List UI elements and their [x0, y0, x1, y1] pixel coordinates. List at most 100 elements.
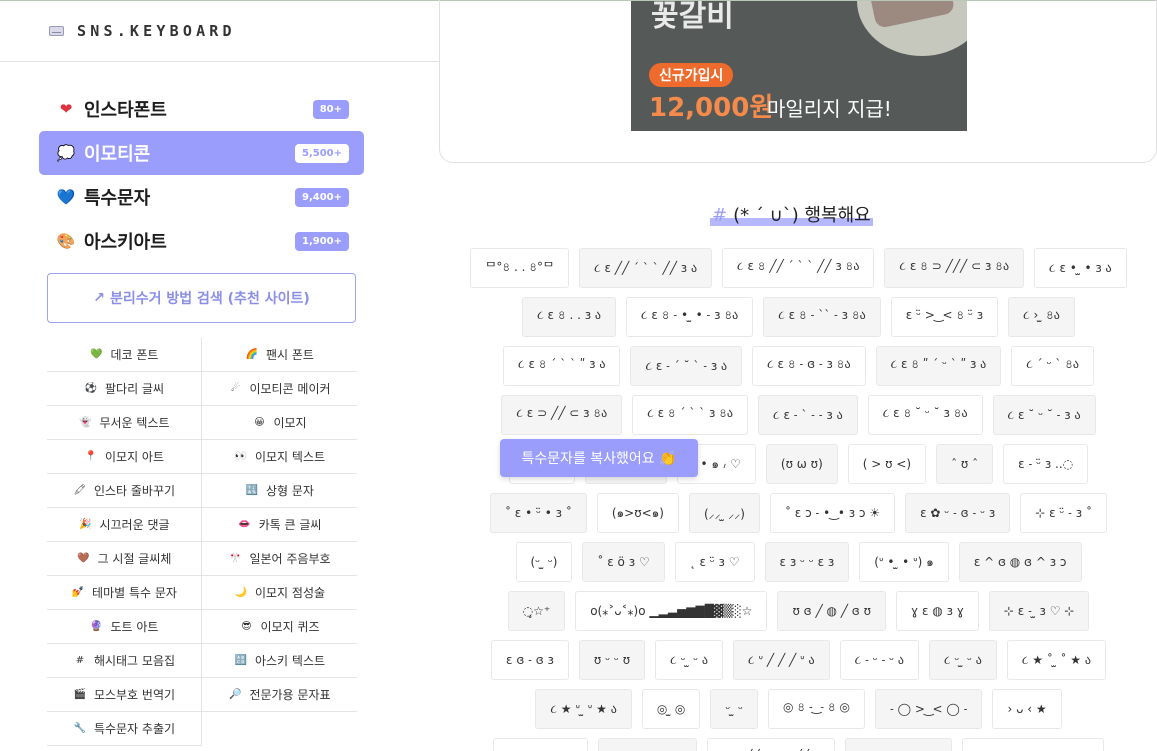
hashtag-icon: #: [75, 655, 85, 666]
sidebar-link-15[interactable]: 🌙 이모지 점성술: [202, 576, 357, 610]
emoticon-chip[interactable]: › ᴗ ‹ ★: [992, 689, 1062, 729]
emoticon-chip[interactable]: ૮ ɛ ৪ ˗ ɞ ˗ ɜ ৪ა: [752, 346, 866, 386]
sidebar-link-14[interactable]: 💅 테마별 특수 문자: [47, 576, 202, 610]
emoticon-chip[interactable]: (๑>ʊ<๑): [596, 493, 679, 533]
count-badge: 9,400+: [294, 187, 349, 207]
emoticon-chip[interactable]: ૮ ˗ ᵕ ˗ ᵕ ა: [839, 640, 919, 680]
sidebar-item-1[interactable]: 💭 이모티콘 5,500+: [39, 131, 364, 175]
emoticon-chip[interactable]: ɣ ɛ ◍ ɜ ɣ: [896, 591, 979, 631]
emoticon-chip[interactable]: ˚ ɛ • ᵕ̈ • ɜ ˚: [489, 493, 587, 533]
sidebar-item-2[interactable]: 💙 특수문자 9,400+: [39, 175, 364, 219]
emoticon-chip[interactable]: ( > ʊ <): [847, 444, 927, 484]
emoticon-chip[interactable]: ⊹ ɛ ˗ ̫ ɜ ♡ ⊹: [988, 591, 1090, 631]
emoticon-chip[interactable]: ʊ ɞ ╱ ◍ ╱ ɞ ʊ: [777, 591, 887, 631]
sidebar-link-11[interactable]: 👄 카톡 큰 글씨: [202, 508, 357, 542]
emoticon-chip[interactable]: ૮ ɛ ╱╱ ˊ ˋ ˋ ╱╱ ɜ ა: [579, 248, 713, 288]
emoticon-chip[interactable]: ૮ ɛ ৪ ˊ ˋ ˋ ɜ ৪ა: [632, 395, 749, 435]
sidebar-link-7[interactable]: 👀 이모지 텍스트: [202, 440, 357, 474]
emoticon-chip[interactable]: ʊ ᵕ ᵕ ʊ: [578, 640, 646, 680]
emoticon-chip[interactable]: (ᐡ • ̫ • ᐡ) ๑: [859, 542, 949, 582]
sidebar-link-5[interactable]: 😀 이모지: [202, 406, 357, 440]
emoticon-row: ૮ ɛ ৪ ˊ ˋ ˋ ʺ ɜ ა૮ ɛ ˗ ´ ˘ ` ˗ ɜ ა૮ ɛ ৪ …: [440, 346, 1157, 386]
emoticon-chip[interactable]: ૮ ɛ ৪ ˗ • ̫ • ˗ ɜ ৪ა: [626, 297, 754, 337]
emoticon-chip[interactable]: ૮ ɛ ৪ ˊ ˋ ˋ ʺ ɜ ა: [503, 346, 621, 386]
emoticon-chip[interactable]: (⸝⸝ ̫ ⸝⸝): [688, 493, 760, 533]
sidebar-link-2[interactable]: ⚽ 팔다리 글씨: [47, 372, 202, 406]
soccer-ball-icon: ⚽: [84, 383, 98, 394]
emoticon-chip[interactable]: ૮ ɛ ৪ ╱╱ ˊ ˋ ˋ ╱╱ ɜ ৪ა: [722, 248, 875, 288]
emoticon-chip[interactable]: ૮ ᵕ ̫ ᵕ ა: [928, 640, 997, 680]
ghost-icon: 👻: [79, 417, 92, 428]
emoticon-chip[interactable]: ɛ ৪ ˗ • ̫ • ˗ ৪ ♡ ᵕ ˗ ɜ: [962, 738, 1104, 751]
sidebar-link-10[interactable]: 🎉 시끄러운 댓글: [47, 508, 202, 542]
sidebar-link-21[interactable]: 🔎 전문가용 문자표: [202, 678, 357, 712]
emoticon-chip[interactable]: ɛ ɞ ˗ ɞ ɜ: [491, 640, 569, 680]
emoticon-chip[interactable]: ૮ ɛ ৪ ˗ ˋˋ ˗ ɜ ৪ა: [763, 297, 881, 337]
emoticon-chip[interactable]: ◎ ̫ ◎: [641, 689, 701, 729]
emoticon-chip[interactable]: ˛ ɛ ᵕ̈ ɜ ♡: [674, 542, 755, 582]
emoticon-chip[interactable]: ૮ ɛ ৪ . . ɜ ა: [522, 297, 617, 337]
emoticon-chip[interactable]: ◎ ৪ ˗ ͜ ˗ ৪ ◎: [767, 689, 865, 729]
sidebar-link-19[interactable]: 🔠 아스키 텍스트: [202, 644, 357, 678]
sidebar-link-label: 이모지: [273, 416, 307, 430]
sidebar-item-0[interactable]: ❤ 인스타폰트 80+: [39, 87, 364, 131]
emoticon-chip[interactable]: ᵕ ̫ ᵕ: [710, 689, 758, 729]
emoticon-chip[interactable]: ૮ › ̫ ৪ა: [1008, 297, 1075, 337]
emoticon-chip[interactable]: ˚ ɛ ɔ ˗ • ͜ • ɜ ɔ ☀: [769, 493, 896, 533]
sidebar-link-20[interactable]: 🎬 모스부호 번역기: [47, 678, 202, 712]
logo[interactable]: SNS.KEYBOARD: [49, 22, 236, 40]
emoticon-chip[interactable]: ૮ ɛ ˘ ᵕ ˘ ˗ ɜ ა: [992, 395, 1096, 435]
sidebar-item-3[interactable]: 🎨 아스키아트 1,900+: [39, 219, 364, 263]
emoticon-chip[interactable]: (ʊ ω ʊ): [765, 444, 838, 484]
emoticon-chip[interactable]: ˗ ◯ > ͜ < ◯ ˗: [874, 689, 983, 729]
emoticon-chip[interactable]: ɛ ᵕ̈ > ͜ < ৪ ᵕ̈ ɜ: [890, 297, 999, 337]
emoticon-chip[interactable]: ૮ ɛ ৪ ʺ ˊ ᵕ ˋ ʺ ɜ ა: [875, 346, 1002, 386]
sidebar-link-18[interactable]: # 해시태그 모음집: [47, 644, 202, 678]
sidebar-link-4[interactable]: 👻 무서운 텍스트: [47, 406, 202, 440]
emoticon-chip[interactable]: ૮ ɛ ⊃ ╱╱ ⊂ ɜ ৪ა: [501, 395, 623, 435]
emoticon-chip[interactable]: o(⁎˃ᴗ˂⁎)o ▁▂▃▅▆▇█▓▒░☆: [575, 591, 768, 631]
emoticon-chip[interactable]: ૮ ɛ ˗ ˋ ˗ ˗ ɜ ა: [758, 395, 858, 435]
sidebar-link-12[interactable]: 🤎 그 시절 글씨체: [47, 542, 202, 576]
emoticon-chip[interactable]: ɛ ɜ ᵕ ᵕ ɛ ɜ: [764, 542, 850, 582]
sidebar-link-label: 데코 폰트: [110, 348, 159, 362]
emoticon-chip[interactable]: ɛ ^ ɞ ◍ ɞ ^ ɜ ɔ: [958, 542, 1082, 582]
emoticon-chip[interactable]: ૮ ɛ ৪ ⊃ ╱╱╱ ⊂ ɜ ৪ა: [884, 248, 1025, 288]
sidebar-link-label: 카톡 큰 글씨: [258, 518, 322, 532]
sidebar-link-9[interactable]: 🔣 상형 문자: [202, 474, 357, 508]
emoticon-chip[interactable]: ◌̥☆⁺: [507, 591, 566, 631]
emoticon-chip[interactable]: (ᵕ ̫ ᵕ): [515, 542, 573, 582]
emoticon-chip[interactable]: ૮ ɛ • ̫ • ɜ ა: [1034, 248, 1127, 288]
emoticon-chip[interactable]: ⊹ ɛ ᵕ̈ ˗ ɜ ˚: [1020, 493, 1107, 533]
sidebar-link-label: 그 시절 글씨체: [97, 552, 172, 566]
abc-icon: 🔠: [234, 655, 248, 666]
emoticon-chip[interactable]: ʊ ৪ ˗ ɞ ˗ ৪ ʊ: [598, 738, 698, 751]
sidebar-link-13[interactable]: 🎌 일본어 주음부호: [202, 542, 357, 576]
emoticon-chip[interactable]: ɛ ✿ ᵕ ˗ ɞ ˗ ᵕ ɜ: [905, 493, 1011, 533]
emoticon-chip[interactable]: ૮ ˊ ᵕ ˋ ৪ა: [1011, 346, 1094, 386]
ad-banner[interactable]: 꽃갈비 신규가입시 12,000원 마일리지 지급!: [631, 1, 967, 131]
emoticon-chip[interactable]: ૮ ɛ ˗ ´ ˘ ` ˗ ɜ ა: [630, 346, 743, 386]
sidebar-link-6[interactable]: 📍 이모지 아트: [47, 440, 202, 474]
emoticon-chip[interactable]: ᄆ°৪ . . ৪°ᄆ: [470, 248, 570, 288]
emoticon-chip[interactable]: ૮ ★ ᐡ ̫ ᐡ ★ ა: [535, 689, 632, 729]
emoticon-row: ૮ ★ ᐡ ̫ ᐡ ★ ა ◎ ̫ ◎ ᵕ ̫ ᵕ ◎ ৪ ˗ ͜ ˗ ৪ ◎ ˗ ◯ …: [440, 689, 1157, 729]
sidebar-link-0[interactable]: 💚 데코 폰트: [47, 338, 202, 372]
sidebar-link-17[interactable]: 😎 이모지 퀴즈: [202, 610, 357, 644]
emoticon-chip[interactable]: ૮ ★ ˚ ̫ ˚ ★ ა: [1006, 640, 1106, 680]
emoticon-chip[interactable]: ɛ ˗ ᵕ̈ ɜ ..◌: [1003, 444, 1089, 484]
emoticon-chip[interactable]: ɛ ᵕ̈ ɞ ˗ ɞ ᵕ ɜ: [492, 738, 589, 751]
sidebar-link-1[interactable]: 🌈 팬시 폰트: [202, 338, 357, 372]
emoticon-chip[interactable]: ૮ ɛ ৪ ˘ ᵕ ˘ ɜ ৪ა: [867, 395, 983, 435]
sidebar-link-16[interactable]: 🔮 도트 아트: [47, 610, 202, 644]
emoticon-chip[interactable]: ʊ ৪ ╱╱ ɞ ˗ ɞ ╱╱ ʊ: [707, 738, 836, 751]
emoticon-chip[interactable]: ૮ ᐡ ╱ ╱ ╱ ᐡ ა: [733, 640, 830, 680]
sidebar-link-3[interactable]: ☄ 이모티콘 메이커: [202, 372, 357, 406]
sidebar-link-8[interactable]: 🖍 인스타 줄바꾸기: [47, 474, 202, 508]
recycling-search-button[interactable]: ↗ 분리수거 방법 검색 (추천 사이트): [47, 273, 356, 323]
sidebar-link-22[interactable]: 🔧 특수문자 추출기: [47, 712, 202, 746]
emoticon-chip[interactable]: ૮ ᵕ ̫ ᵕ ა: [655, 640, 724, 680]
emoticon-chip[interactable]: ɛ ৪ ᵕ ɞ ˗ ɞ ᵕ ɜ: [845, 738, 953, 751]
emoticon-chip[interactable]: ˆ ʊ ˆ: [936, 444, 994, 484]
emoticon-chip[interactable]: ˚ ɛ ö ɜ ♡: [582, 542, 665, 582]
